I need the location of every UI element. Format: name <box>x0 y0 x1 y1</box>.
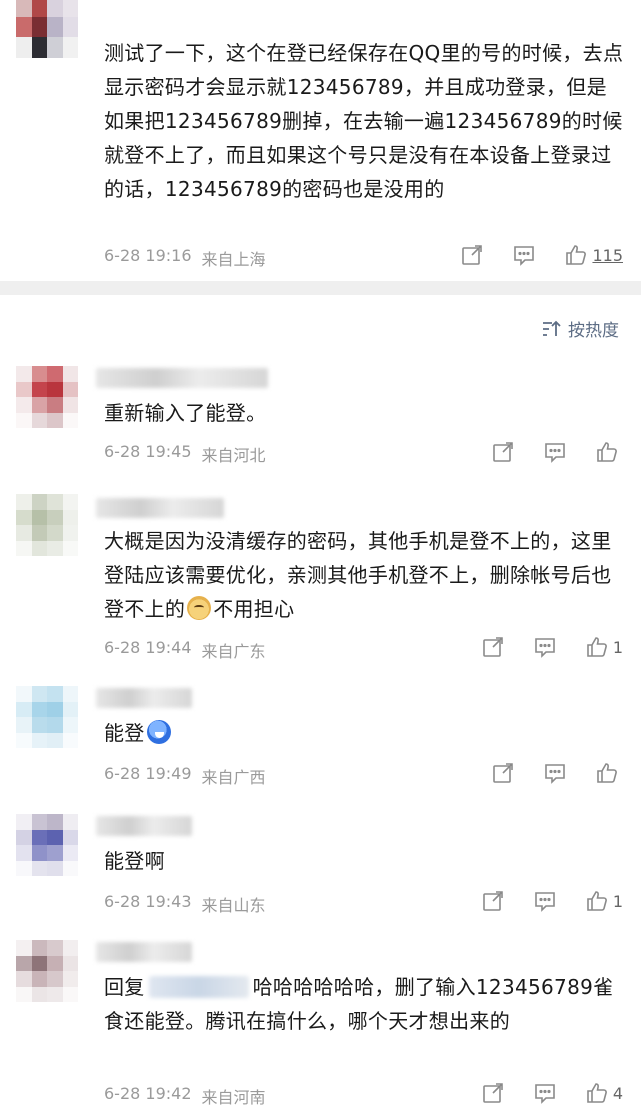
username[interactable] <box>96 368 268 388</box>
comment-icon <box>535 1084 555 1104</box>
like-button[interactable]: 1 <box>585 635 623 659</box>
comment-text: 回复 哈哈哈哈哈哈，删了输入123456789雀食还能登。腾讯在搞什么，哪个天才想… <box>104 970 624 1038</box>
comment-text-body: 大概是因为没清缓存的密码，其他手机是登不上的，这里登陆应该需要优化，亲测其他手机… <box>104 529 612 621</box>
sort-toggle[interactable]: 按热度 <box>542 316 619 341</box>
comment-meta: 6-28 19:49 来自广西 <box>104 764 266 788</box>
comment-button[interactable] <box>543 761 567 785</box>
avatar[interactable] <box>16 814 78 876</box>
like-button[interactable]: 1 <box>585 889 623 913</box>
like-icon <box>597 442 617 462</box>
like-count: 1 <box>612 891 623 911</box>
comment-actions: 1 <box>453 635 623 659</box>
username[interactable] <box>96 942 192 962</box>
share-icon <box>483 637 503 657</box>
comment-text-body: 能登 <box>104 721 145 745</box>
comment-date: 6-28 19:45 <box>104 442 192 461</box>
username[interactable] <box>96 688 192 708</box>
like-button[interactable]: 4 <box>585 1081 623 1105</box>
reply-prefix: 回复 <box>104 975 145 999</box>
share-button[interactable] <box>481 1081 505 1105</box>
comment-date: 6-28 19:42 <box>104 1084 192 1103</box>
like-count: 115 <box>592 245 623 265</box>
comment-location: 来自河南 <box>201 1088 266 1107</box>
comment-icon <box>514 246 535 266</box>
like-count: 4 <box>612 1083 623 1103</box>
avatar[interactable] <box>16 940 78 1002</box>
comment-meta: 6-28 19:44 来自广东 <box>104 638 266 662</box>
comment-meta: 6-28 19:42 来自河南 <box>104 1084 266 1108</box>
comment-date: 6-28 19:43 <box>104 892 192 911</box>
share-button[interactable] <box>491 761 515 785</box>
comment-actions: 4 <box>453 1081 623 1105</box>
avatar[interactable] <box>16 366 78 428</box>
comment-date: 6-28 19:16 <box>104 246 192 265</box>
comment-date: 6-28 19:44 <box>104 638 192 657</box>
comment-icon <box>535 638 555 658</box>
comment-icon <box>535 892 555 912</box>
comment-text: 重新输入了能登。 <box>104 401 267 425</box>
like-count: 1 <box>612 637 623 657</box>
comment-meta: 6-28 19:16 来自上海 <box>104 246 266 270</box>
comment-text: 能登 <box>104 716 624 750</box>
comment-text: 能登啊 <box>104 849 165 873</box>
sort-label: 按热度 <box>568 321 619 341</box>
comment-text: 测试了一下，这个在登已经保存在QQ里的号的时候，去点显示密码才会显示就12345… <box>104 41 624 201</box>
like-icon <box>566 245 587 265</box>
comment-meta: 6-28 19:45 来自河北 <box>104 442 266 466</box>
comment-text-tail: 不用担心 <box>213 597 295 621</box>
like-icon <box>587 637 607 657</box>
like-button[interactable] <box>595 761 623 785</box>
comment-meta: 6-28 19:43 来自山东 <box>104 892 266 916</box>
doge-emoji <box>187 596 212 620</box>
comment-date: 6-28 19:49 <box>104 764 192 783</box>
like-icon <box>587 891 607 911</box>
like-icon <box>597 763 617 783</box>
avatar[interactable] <box>16 494 78 556</box>
comment-icon <box>545 764 565 784</box>
reply-username[interactable] <box>148 976 249 998</box>
username[interactable] <box>96 498 224 518</box>
comment-button[interactable] <box>512 243 536 267</box>
share-icon <box>462 245 483 265</box>
sort-icon <box>543 320 561 336</box>
like-button[interactable] <box>595 440 623 464</box>
avatar[interactable] <box>16 0 78 58</box>
share-button[interactable] <box>460 243 484 267</box>
comment-actions <box>463 761 623 785</box>
comment-button[interactable] <box>533 1081 557 1105</box>
share-icon <box>483 891 503 911</box>
avatar[interactable] <box>16 686 78 748</box>
comment-icon <box>545 443 565 463</box>
share-icon <box>483 1083 503 1103</box>
share-button[interactable] <box>481 889 505 913</box>
comment-actions: 115 <box>432 243 623 267</box>
section-divider <box>0 281 641 295</box>
comment-location: 来自广东 <box>201 642 266 661</box>
username[interactable] <box>96 816 192 836</box>
comment-actions <box>463 440 623 464</box>
share-button[interactable] <box>481 635 505 659</box>
share-button[interactable] <box>491 440 515 464</box>
top-comment: 测试了一下，这个在登已经保存在QQ里的号的时候，去点显示密码才会显示就12345… <box>0 0 641 280</box>
comment-location: 来自山东 <box>201 896 266 915</box>
comment-button[interactable] <box>533 635 557 659</box>
laugh-emoji <box>146 720 171 744</box>
comment-button[interactable] <box>543 440 567 464</box>
comment-text: 大概是因为没清缓存的密码，其他手机是登不上的，这里登陆应该需要优化，亲测其他手机… <box>104 524 624 626</box>
share-icon <box>493 763 513 783</box>
comment-button[interactable] <box>533 889 557 913</box>
like-icon <box>587 1083 607 1103</box>
comment-actions: 1 <box>453 889 623 913</box>
comment-location: 来自广西 <box>201 768 266 787</box>
like-button[interactable]: 115 <box>564 243 623 267</box>
comment-location: 来自河北 <box>201 446 266 465</box>
share-icon <box>493 442 513 462</box>
comment-location: 来自上海 <box>201 250 266 269</box>
